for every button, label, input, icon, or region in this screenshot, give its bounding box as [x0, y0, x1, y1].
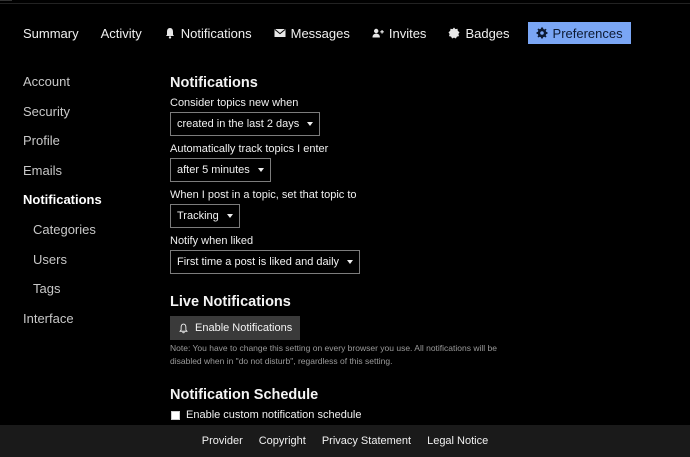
liked-value: First time a post is liked and daily — [177, 256, 340, 268]
sidebar-item-notifications[interactable]: Notifications — [23, 185, 153, 215]
user-plus-icon — [372, 27, 384, 39]
track-topics-value: after 5 minutes — [177, 164, 250, 176]
bell-icon — [179, 323, 188, 333]
footer-link-legal[interactable]: Legal Notice — [427, 435, 488, 447]
live-notifications-title: Live Notifications — [170, 294, 291, 310]
footer-link-provider[interactable]: Provider — [202, 435, 243, 447]
user-nav: Summary Activity Notifications Messages … — [14, 22, 637, 44]
custom-schedule-checkbox[interactable] — [171, 410, 180, 420]
sidebar-item-security[interactable]: Security — [23, 97, 153, 127]
custom-schedule-row: Enable custom notification schedule — [171, 409, 362, 421]
sidebar-item-users[interactable]: Users — [23, 245, 153, 275]
preferences-sidebar: Account Security Profile Emails Notifica… — [23, 67, 153, 333]
sidebar-item-profile[interactable]: Profile — [23, 126, 153, 156]
footer-link-copyright[interactable]: Copyright — [259, 435, 306, 447]
footer: Provider Copyright Privacy Statement Leg… — [0, 425, 690, 457]
liked-select[interactable]: First time a post is liked and daily — [170, 250, 361, 274]
caret-down-icon — [257, 168, 264, 172]
track-topics-select[interactable]: after 5 minutes — [170, 158, 271, 182]
envelope-icon — [274, 27, 286, 39]
tab-invites-label: Invites — [388, 25, 427, 41]
notifications-title: Notifications — [170, 75, 258, 91]
gear-icon — [536, 27, 548, 39]
tab-preferences[interactable]: Preferences — [527, 22, 631, 44]
schedule-title: Notification Schedule — [170, 387, 319, 403]
enable-notifications-label: Enable Notifications — [195, 322, 293, 334]
track-topics-label: Automatically track topics I enter — [170, 143, 329, 155]
caret-down-icon — [307, 122, 314, 126]
post-topic-select[interactable]: Tracking — [170, 204, 240, 228]
tab-badges[interactable]: Badges — [440, 22, 517, 44]
tab-notifications[interactable]: Notifications — [156, 22, 260, 44]
bell-icon — [164, 27, 176, 39]
sidebar-item-categories[interactable]: Categories — [23, 215, 153, 245]
new-topics-select[interactable]: created in the last 2 days — [170, 112, 321, 136]
sidebar-item-account[interactable]: Account — [23, 67, 153, 97]
tab-preferences-label: Preferences — [552, 25, 623, 41]
tab-activity[interactable]: Activity — [93, 22, 150, 44]
tab-summary[interactable]: Summary — [14, 22, 87, 44]
tab-messages-label: Messages — [290, 25, 350, 41]
tab-activity-label: Activity — [100, 25, 142, 41]
new-topics-label: Consider topics new when — [170, 97, 299, 109]
tab-badges-label: Badges — [465, 25, 510, 41]
live-notifications-note: Note: You have to change this setting on… — [170, 343, 497, 366]
tab-notifications-label: Notifications — [180, 25, 252, 41]
enable-notifications-button[interactable]: Enable Notifications — [170, 316, 301, 340]
top-border — [0, 0, 690, 4]
new-topics-value: created in the last 2 days — [177, 118, 300, 130]
custom-schedule-label: Enable custom notification schedule — [186, 409, 362, 421]
sidebar-item-emails[interactable]: Emails — [23, 156, 153, 186]
tab-invites[interactable]: Invites — [364, 22, 435, 44]
footer-link-privacy[interactable]: Privacy Statement — [322, 435, 411, 447]
sidebar-item-interface[interactable]: Interface — [23, 304, 153, 334]
post-topic-value: Tracking — [177, 210, 219, 222]
post-topic-label: When I post in a topic, set that topic t… — [170, 189, 357, 201]
sidebar-item-tags[interactable]: Tags — [23, 274, 153, 304]
tab-summary-label: Summary — [23, 25, 79, 41]
tab-messages[interactable]: Messages — [266, 22, 358, 44]
caret-down-icon — [226, 214, 233, 218]
badge-icon — [448, 27, 460, 39]
liked-label: Notify when liked — [170, 235, 254, 247]
caret-down-icon — [347, 260, 354, 264]
